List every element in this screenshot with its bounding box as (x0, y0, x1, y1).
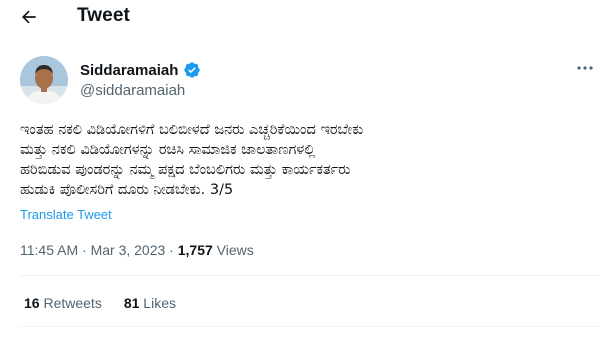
likes-count: 81 (123, 295, 140, 311)
divider (20, 326, 600, 327)
back-button[interactable] (14, 3, 44, 31)
avatar-photo (20, 56, 68, 104)
arrow-left-icon (21, 10, 36, 24)
meta-separator: · (78, 242, 91, 258)
author-name[interactable]: Siddaramaiah (80, 61, 201, 79)
tweet-meta: 11:45 AM · Mar 3, 2023 · 1,757 Views (20, 242, 254, 258)
retweets-label: Retweets (39, 295, 102, 311)
tweet-date[interactable]: Mar 3, 2023 (91, 242, 166, 258)
tweet-text: ಇಂತಹ ನಕಲಿ ವಿಡಿಯೋಗಳಿಗೆ ಬಲಿಬೀಳದೆ ಜನರು ಎಚ್ಚ… (20, 122, 364, 198)
likes-stat[interactable]: 81 Likes (124, 295, 176, 311)
avatar[interactable] (20, 56, 68, 104)
divider (20, 275, 600, 276)
views-count: 1,757 (177, 242, 213, 258)
more-button[interactable] (572, 58, 598, 78)
meta-separator: · (165, 242, 178, 258)
author-handle[interactable]: @siddaramaiah (80, 82, 185, 99)
retweets-count: 16 (24, 295, 40, 311)
engagement-stats: 16 Retweets 81 Likes (24, 295, 176, 311)
translate-tweet-link[interactable]: Translate Tweet (20, 207, 112, 222)
likes-label: Likes (139, 295, 176, 311)
page-title: Tweet (77, 5, 130, 26)
author-name-text: Siddaramaiah (80, 61, 179, 79)
verified-badge-icon (184, 62, 201, 78)
retweets-stat[interactable]: 16 Retweets (24, 295, 102, 311)
more-horizontal-icon (577, 66, 593, 70)
views-label: Views (212, 242, 254, 258)
top-bar: Tweet (0, 0, 600, 34)
tweet-time[interactable]: 11:45 AM (20, 242, 78, 258)
